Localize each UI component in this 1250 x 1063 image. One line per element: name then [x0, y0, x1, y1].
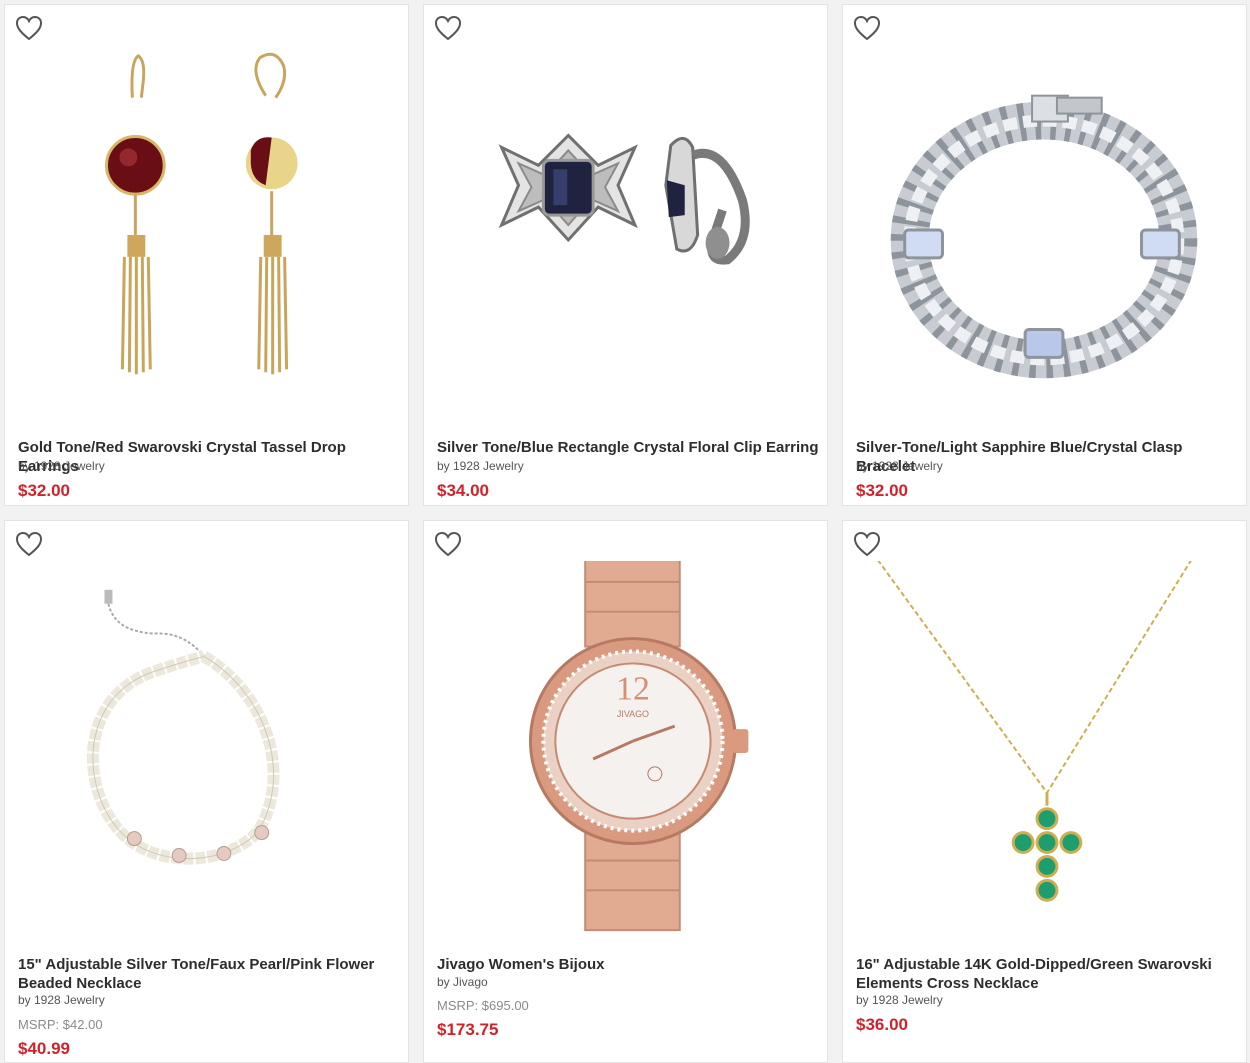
product-brand: by Jivago [437, 975, 488, 989]
product-title-line[interactable]: Silver Tone/Blue Rectangle Crystal Flora… [437, 438, 819, 457]
heart-icon[interactable] [853, 531, 881, 557]
product-image-earrings-gold-red[interactable] [5, 35, 408, 425]
product-price: $36.00 [856, 1015, 908, 1034]
product-title[interactable]: 15" Adjustable Silver Tone/Faux Pearl/Pi… [18, 955, 400, 993]
product-card-6[interactable]: 16" Adjustable 14K Gold-Dipped/Green Swa… [842, 520, 1247, 1063]
product-title-line[interactable]: Elements Cross Necklace [856, 974, 1238, 993]
product-title-line[interactable]: Beaded Necklace [18, 974, 400, 993]
product-price: $32.00 [18, 481, 70, 500]
heart-icon[interactable] [15, 531, 43, 557]
product-title[interactable]: Jivago Women's Bijoux [437, 955, 819, 974]
product-image-bracelet[interactable] [843, 35, 1246, 425]
product-card-1[interactable]: Gold Tone/Red Swarovski Crystal Tassel D… [4, 4, 409, 506]
watch-numeral: 12 [616, 670, 650, 707]
product-title[interactable]: 16" Adjustable 14K Gold-Dipped/Green Swa… [856, 955, 1238, 993]
product-price: $173.75 [437, 1020, 499, 1039]
product-price: $40.99 [18, 1039, 70, 1058]
product-title-line[interactable]: 15" Adjustable Silver Tone/Faux Pearl/Pi… [18, 955, 400, 974]
watch-logo: JIVAGO [617, 709, 649, 719]
product-image-clip-earring[interactable] [424, 35, 827, 425]
product-title-line[interactable]: 16" Adjustable 14K Gold-Dipped/Green Swa… [856, 955, 1238, 974]
product-image-cross-necklace[interactable] [843, 561, 1246, 941]
product-title[interactable]: Silver Tone/Blue Rectangle Crystal Flora… [437, 438, 819, 457]
product-title-line[interactable]: Jivago Women's Bijoux [437, 955, 819, 974]
product-price: $34.00 [437, 481, 489, 500]
heart-icon[interactable] [434, 531, 462, 557]
product-card-3[interactable]: Silver-Tone/Light Sapphire Blue/Crystal … [842, 4, 1247, 506]
product-brand: by 1928 Jewelry [437, 459, 524, 473]
product-msrp: MSRP: $42.00 [18, 1017, 103, 1032]
product-brand: by 1928 Jewelry [18, 459, 105, 473]
product-image-pearl-necklace[interactable] [5, 561, 408, 941]
product-card-5[interactable]: 12 JIVAGO Jivago Women's Bijoux by Jivag… [423, 520, 828, 1063]
product-brand: by 1928 Jewelry [856, 993, 943, 1007]
product-brand: by 1928 Jewelry [18, 993, 105, 1007]
product-card-4[interactable]: 15" Adjustable Silver Tone/Faux Pearl/Pi… [4, 520, 409, 1063]
product-card-2[interactable]: Silver Tone/Blue Rectangle Crystal Flora… [423, 4, 828, 506]
product-price: $32.00 [856, 481, 908, 500]
product-msrp: MSRP: $695.00 [437, 998, 529, 1013]
product-image-watch[interactable]: 12 JIVAGO [424, 561, 827, 941]
product-brand: by 1928 Jewelry [856, 459, 943, 473]
